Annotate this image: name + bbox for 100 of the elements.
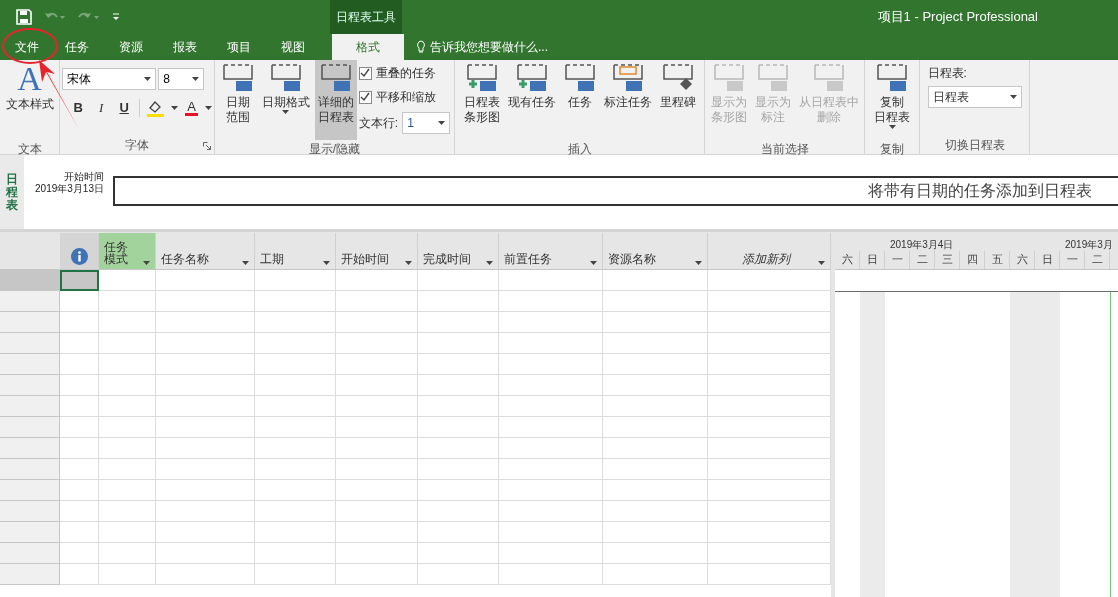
table-cell[interactable] — [99, 501, 156, 522]
table-cell[interactable] — [156, 522, 255, 543]
table-cell[interactable] — [156, 312, 255, 333]
table-cell[interactable] — [336, 501, 418, 522]
table-cell[interactable] — [708, 438, 831, 459]
table-cell[interactable] — [255, 501, 336, 522]
table-cell[interactable] — [708, 501, 831, 522]
ribbon-tab[interactable]: 任务 — [50, 34, 104, 60]
row-header[interactable] — [0, 333, 60, 354]
table-cell[interactable] — [336, 438, 418, 459]
row-header[interactable] — [0, 375, 60, 396]
table-cell[interactable] — [255, 459, 336, 480]
table-cell[interactable] — [60, 480, 99, 501]
table-cell[interactable] — [418, 438, 499, 459]
table-cell[interactable] — [255, 543, 336, 564]
table-cell[interactable] — [60, 417, 99, 438]
row-header[interactable] — [0, 291, 60, 312]
table-cell[interactable] — [255, 438, 336, 459]
table-cell[interactable] — [603, 459, 708, 480]
table-cell[interactable] — [255, 312, 336, 333]
ribbon-button[interactable]: 现有任务 — [504, 60, 559, 140]
table-cell[interactable] — [255, 396, 336, 417]
table-cell[interactable] — [60, 543, 99, 564]
table-cell[interactable] — [708, 564, 831, 585]
table-cell[interactable] — [499, 396, 603, 417]
row-header[interactable] — [0, 417, 60, 438]
table-cell[interactable] — [418, 564, 499, 585]
table-cell[interactable] — [499, 501, 603, 522]
table-cell[interactable] — [255, 522, 336, 543]
table-cell[interactable] — [255, 354, 336, 375]
table-cell[interactable] — [156, 396, 255, 417]
table-cell[interactable] — [99, 291, 156, 312]
info-column-header[interactable] — [60, 233, 99, 269]
table-cell[interactable] — [499, 543, 603, 564]
table-cell[interactable] — [255, 333, 336, 354]
table-cell[interactable] — [60, 396, 99, 417]
table-cell[interactable] — [99, 270, 156, 291]
row-header[interactable] — [0, 543, 60, 564]
table-cell[interactable] — [255, 291, 336, 312]
table-cell[interactable] — [418, 333, 499, 354]
table-cell[interactable] — [418, 480, 499, 501]
table-cell[interactable] — [603, 564, 708, 585]
table-cell[interactable] — [418, 501, 499, 522]
row-header[interactable] — [0, 564, 60, 585]
column-header[interactable]: 任务名称 — [156, 233, 255, 269]
table-cell[interactable] — [418, 543, 499, 564]
row-header[interactable] — [0, 522, 60, 543]
font-field[interactable]: 宋体 — [62, 68, 157, 90]
table-cell[interactable] — [418, 375, 499, 396]
table-cell[interactable] — [708, 396, 831, 417]
table-cell[interactable] — [708, 312, 831, 333]
table-cell[interactable] — [603, 522, 708, 543]
ribbon-tab[interactable]: 资源 — [104, 34, 158, 60]
format-button[interactable]: U — [116, 98, 133, 118]
table-cell[interactable] — [708, 543, 831, 564]
row-header[interactable] — [0, 312, 60, 333]
table-cell[interactable] — [156, 375, 255, 396]
table-cell[interactable] — [418, 354, 499, 375]
timeline-select-field[interactable]: 日程表 — [927, 86, 1022, 108]
timeline-bar[interactable]: 将带有日期的任务添加到日程表 — [113, 176, 1118, 206]
table-cell[interactable] — [60, 459, 99, 480]
table-cell[interactable] — [336, 480, 418, 501]
table-cell[interactable] — [603, 333, 708, 354]
table-cell[interactable] — [708, 459, 831, 480]
table-cell[interactable] — [156, 291, 255, 312]
table-cell[interactable] — [708, 480, 831, 501]
table-cell[interactable] — [603, 438, 708, 459]
table-cell[interactable] — [156, 459, 255, 480]
table-cell[interactable] — [603, 354, 708, 375]
ribbon-button[interactable]: 任务 — [560, 60, 599, 140]
table-cell[interactable] — [708, 417, 831, 438]
table-cell[interactable] — [708, 522, 831, 543]
table-cell[interactable] — [99, 375, 156, 396]
table-cell[interactable] — [255, 417, 336, 438]
table-cell[interactable] — [603, 417, 708, 438]
table-cell[interactable] — [99, 417, 156, 438]
column-header[interactable]: 开始时间 — [336, 233, 418, 269]
table-cell[interactable] — [336, 459, 418, 480]
text-lines-field[interactable]: 1 — [402, 112, 451, 134]
checkbox[interactable] — [358, 90, 372, 104]
table-cell[interactable] — [336, 396, 418, 417]
row-header[interactable] — [0, 480, 60, 501]
table-cell[interactable] — [499, 291, 603, 312]
table-cell[interactable] — [418, 270, 499, 291]
table-cell[interactable] — [499, 522, 603, 543]
table-cell[interactable] — [99, 459, 156, 480]
table-cell[interactable] — [418, 291, 499, 312]
table-cell[interactable] — [499, 480, 603, 501]
table-cell[interactable] — [336, 354, 418, 375]
table-cell[interactable] — [499, 459, 603, 480]
table-cell[interactable] — [336, 291, 418, 312]
table-cell[interactable] — [156, 354, 255, 375]
column-header[interactable]: 任务 模式 — [99, 233, 156, 269]
table-cell[interactable] — [60, 375, 99, 396]
table-cell[interactable] — [99, 564, 156, 585]
ribbon-button[interactable]: 标注任务 — [600, 60, 655, 140]
table-cell[interactable] — [99, 480, 156, 501]
table-cell[interactable] — [603, 312, 708, 333]
table-cell[interactable] — [255, 564, 336, 585]
table-cell[interactable] — [708, 270, 831, 291]
